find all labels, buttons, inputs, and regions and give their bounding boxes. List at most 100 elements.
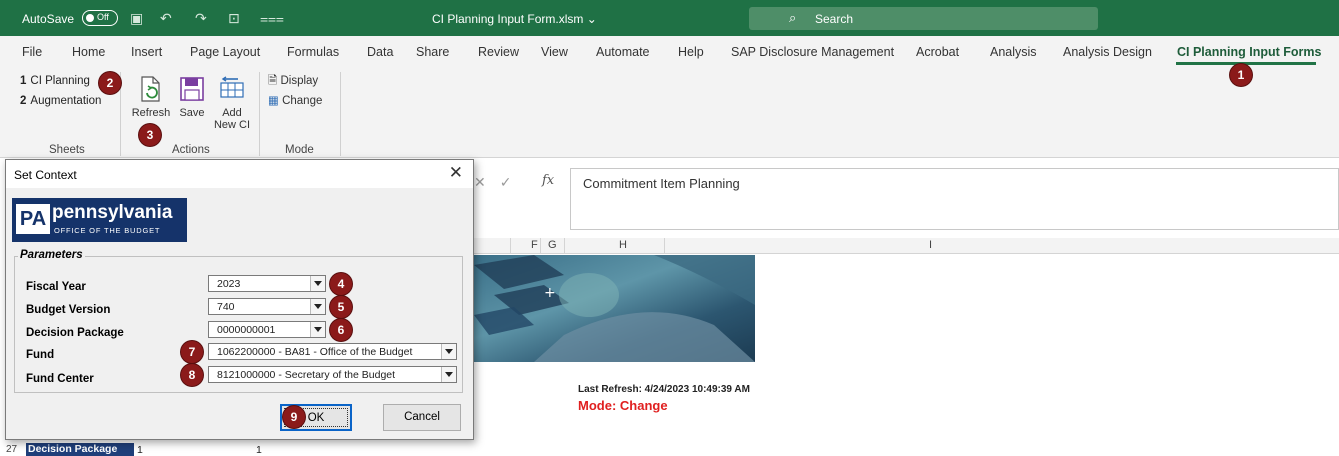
search-icon: ⌕	[789, 10, 797, 25]
chevron-down-icon[interactable]	[310, 276, 325, 291]
decision-package-value: 0000000001	[217, 324, 276, 336]
display-icon: 🗎	[268, 75, 278, 87]
add-row-icon	[220, 76, 244, 98]
cancel-check-icons[interactable]: ✕✓	[474, 174, 525, 191]
title-bar: AutoSave Off ▣ ↶ ↷ ⊡ ⩶ CI Planning Input…	[0, 0, 1339, 36]
group-label-actions: Actions	[172, 144, 210, 156]
fund-value: 1062200000 - BA81 - Office of the Budget	[217, 346, 413, 358]
tab-data[interactable]: Data	[367, 45, 393, 59]
change-icon: ▦	[268, 95, 279, 107]
annotation-badge: 9	[283, 406, 305, 428]
tab-formulas[interactable]: Formulas	[287, 45, 339, 59]
row-number[interactable]: 27	[6, 444, 17, 455]
save-label: Save	[179, 107, 205, 119]
svg-text:+: +	[544, 285, 556, 301]
dialog-title-bar[interactable]: Set Context ✕	[6, 160, 473, 188]
annotation-badge: 5	[330, 296, 352, 318]
redo-icon[interactable]: ↷	[195, 10, 207, 27]
display-mode-button[interactable]: 🗎 Display	[268, 73, 318, 92]
tab-analysis[interactable]: Analysis	[990, 45, 1037, 59]
annotation-badge: 3	[139, 124, 161, 146]
col-header-i[interactable]: I	[929, 239, 932, 251]
cell-value[interactable]: 1	[137, 444, 143, 456]
refresh-label: Refresh	[131, 107, 171, 119]
group-divider	[340, 72, 341, 156]
tab-help[interactable]: Help	[678, 45, 704, 59]
tab-share[interactable]: Share	[416, 45, 449, 59]
autosave-state: Off	[97, 12, 109, 22]
col-header-h[interactable]: H	[619, 239, 627, 251]
formula-text: Commitment Item Planning	[583, 176, 740, 191]
chevron-down-icon[interactable]	[310, 322, 325, 337]
fund-center-dropdown[interactable]: 8121000000 - Secretary of the Budget	[208, 366, 457, 383]
banner-graphic: +	[474, 255, 755, 362]
fund-center-value: 8121000000 - Secretary of the Budget	[217, 369, 396, 381]
sheet-item-ci-planning[interactable]: 1 CI Planning	[20, 75, 90, 87]
tab-review[interactable]: Review	[478, 45, 519, 59]
annotation-badge: 4	[330, 273, 352, 295]
annotation-badge: 7	[181, 341, 203, 363]
sheet-item-augmentation[interactable]: 2 Augmentation	[20, 95, 101, 107]
search-placeholder: Search	[815, 12, 854, 26]
tab-analysis-design[interactable]: Analysis Design	[1063, 45, 1152, 59]
group-label-mode: Mode	[285, 144, 314, 156]
annotation-badge: 6	[330, 319, 352, 341]
tab-file[interactable]: File	[22, 45, 42, 59]
group-divider	[259, 72, 260, 156]
form-icon[interactable]: ⊡	[228, 10, 240, 27]
close-icon[interactable]: ✕	[449, 163, 463, 183]
save-button[interactable]: Save	[175, 75, 209, 119]
display-label: Display	[280, 75, 319, 87]
autosave-label: AutoSave	[22, 12, 75, 26]
chevron-down-icon[interactable]	[441, 367, 456, 382]
formula-input[interactable]: Commitment Item Planning	[570, 168, 1339, 230]
logo-name: pennsylvania	[52, 202, 173, 223]
fiscal-year-dropdown[interactable]: 2023	[208, 275, 326, 292]
add-label-line2: New CI	[213, 119, 251, 131]
cancel-button[interactable]: Cancel	[383, 404, 461, 431]
document-title[interactable]: CI Planning Input Form.xlsm ⌄	[432, 12, 597, 26]
tab-acrobat[interactable]: Acrobat	[916, 45, 959, 59]
tab-home[interactable]: Home	[72, 45, 105, 59]
budget-version-label: Budget Version	[26, 304, 111, 316]
mode-status-text: Mode: Change	[578, 398, 668, 413]
refresh-icon	[141, 76, 160, 102]
refresh-button[interactable]: Refresh	[131, 75, 171, 119]
tab-view[interactable]: View	[541, 45, 568, 59]
decision-package-cell[interactable]: Decision Package	[26, 443, 134, 456]
chevron-down-icon[interactable]	[310, 299, 325, 314]
save-icon[interactable]: ▣	[130, 10, 143, 27]
tab-ci-planning-input-forms[interactable]: CI Planning Input Forms	[1177, 45, 1321, 59]
col-header-g[interactable]: G	[548, 239, 557, 251]
annotation-badge: 1	[1230, 64, 1252, 86]
tab-automate[interactable]: Automate	[596, 45, 650, 59]
add-new-ci-button[interactable]: Add New CI	[212, 75, 252, 131]
cell-value[interactable]: 1	[256, 444, 262, 456]
calculator-banner-image: +	[474, 255, 755, 362]
fund-dropdown[interactable]: 1062200000 - BA81 - Office of the Budget	[208, 343, 457, 360]
search-box[interactable]: ⌕ Search	[749, 7, 1098, 30]
budget-version-dropdown[interactable]: 740	[208, 298, 326, 315]
decision-package-dropdown[interactable]: 0000000001	[208, 321, 326, 338]
tab-page-layout[interactable]: Page Layout	[190, 45, 260, 59]
insert-function-icon[interactable]: fx	[542, 173, 554, 188]
customize-qat-icon[interactable]: ⩶	[260, 10, 284, 27]
chevron-down-icon[interactable]	[441, 344, 456, 359]
change-mode-button[interactable]: ▦ Change	[268, 93, 322, 107]
col-sep	[664, 238, 665, 254]
add-label-line1: Add	[222, 107, 242, 119]
sheet-label: CI Planning	[30, 75, 90, 87]
tab-insert[interactable]: Insert	[131, 45, 162, 59]
undo-icon[interactable]: ↶	[160, 10, 172, 27]
fiscal-year-value: 2023	[217, 278, 241, 290]
pa-keystone-logo: PA	[16, 204, 50, 234]
col-header-f[interactable]: F	[531, 239, 538, 251]
annotation-badge: 8	[181, 364, 203, 386]
last-refresh-text: Last Refresh: 4/24/2023 10:49:39 AM	[578, 384, 750, 395]
budget-version-value: 740	[217, 301, 235, 313]
autosave-toggle[interactable]: Off	[82, 10, 118, 26]
annotation-badge: 2	[99, 72, 121, 94]
tab-sap-disclosure-management[interactable]: SAP Disclosure Management	[731, 45, 894, 59]
sheet-num: 2	[20, 95, 27, 107]
pennsylvania-logo: PA pennsylvania OFFICE OF THE BUDGET	[12, 198, 187, 242]
